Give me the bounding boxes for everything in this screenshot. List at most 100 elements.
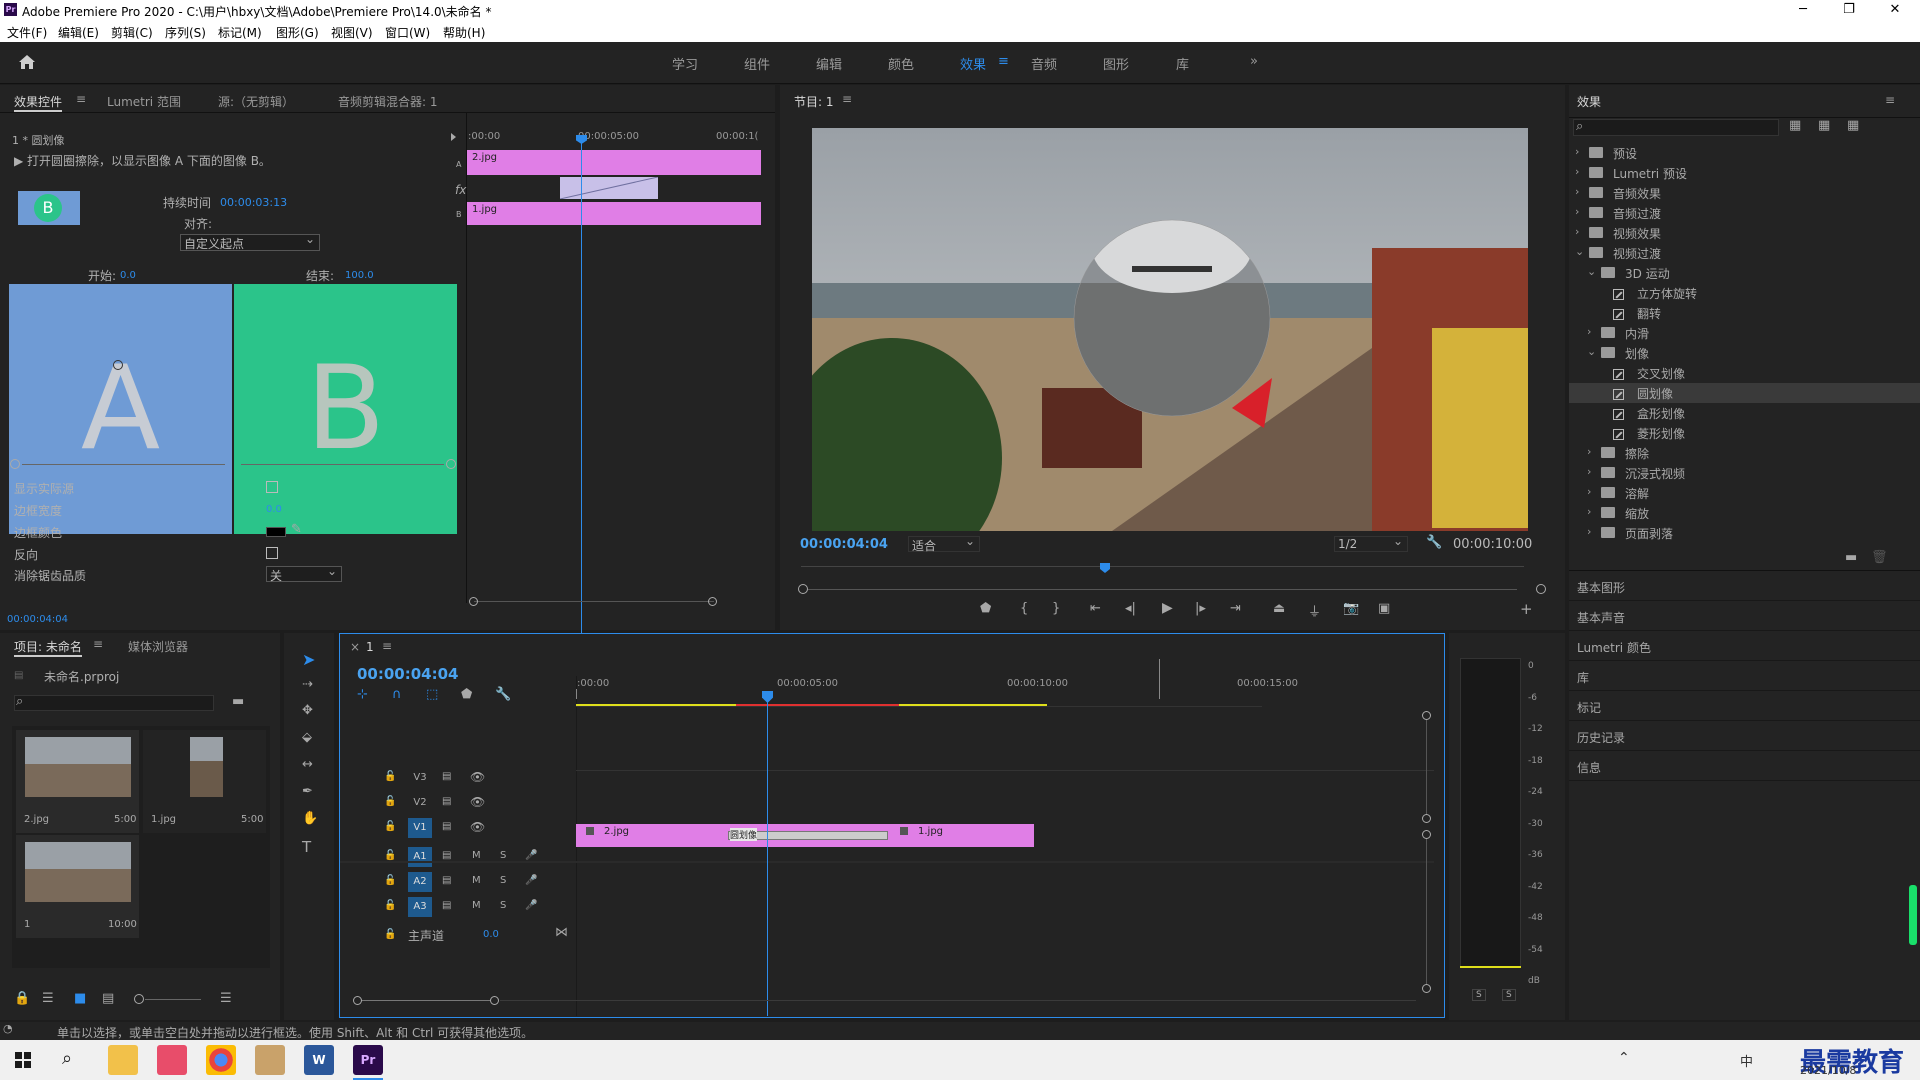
mini-playhead-head[interactable]	[576, 135, 587, 144]
toggle-sync-lock-icon[interactable]: ▤	[442, 850, 451, 861]
mini-clip-b[interactable]: 1.jpg	[467, 202, 761, 225]
eyedropper-icon[interactable]: ✎	[291, 522, 302, 537]
tab-source[interactable]: 源:（无剪辑）	[218, 93, 294, 110]
effect-tree-item[interactable]: › 预设	[1569, 143, 1920, 163]
32bit-effects-icon[interactable]: ▦	[1818, 118, 1830, 133]
effect-tree-item[interactable]: 菱形划像	[1569, 423, 1920, 443]
chevron-right-icon[interactable]: ›	[1575, 185, 1579, 198]
show-actual-sources-checkbox[interactable]	[266, 481, 278, 493]
border-width-value[interactable]: 0.0	[266, 504, 282, 515]
mark-out-icon[interactable]: }	[1052, 601, 1060, 616]
program-zoom-end[interactable]	[1536, 584, 1546, 594]
menu-clip[interactable]: 剪辑(C)	[111, 24, 153, 41]
lock-icon[interactable]: 🔒	[14, 991, 30, 1006]
ascroll-top-handle[interactable]	[1422, 830, 1431, 839]
border-color-swatch[interactable]	[266, 527, 286, 537]
chevron-right-icon[interactable]: ›	[1575, 205, 1579, 218]
hand-tool-icon[interactable]: ✋	[302, 811, 318, 826]
program-title[interactable]: 节目: 1	[794, 93, 834, 110]
project-menu-icon[interactable]: ≡	[93, 637, 103, 651]
export-frame-icon[interactable]: 📷	[1343, 601, 1359, 616]
track-lock-icon[interactable]: 🔓	[384, 796, 396, 807]
word-icon[interactable]: W	[304, 1045, 334, 1075]
menu-marker[interactable]: 标记(M)	[218, 24, 262, 41]
workspace-assembly[interactable]: 组件	[744, 54, 770, 73]
project-item-2jpg[interactable]: 2.jpg 5:00	[16, 730, 139, 833]
list-view-icon[interactable]: ☰	[42, 991, 54, 1006]
vscroll-mid-handle[interactable]	[1422, 814, 1431, 823]
effect-tree-item[interactable]: › 视频效果	[1569, 223, 1920, 243]
vscroll-top-handle[interactable]	[1422, 711, 1431, 720]
track-name[interactable]: A1	[408, 847, 432, 867]
slip-tool-icon[interactable]: ↔	[302, 757, 313, 772]
mini-playhead[interactable]	[581, 135, 582, 680]
workspace-color[interactable]: 颜色	[888, 54, 914, 73]
mini-zoom-end-handle[interactable]	[708, 597, 717, 606]
eye-icon[interactable]: 👁	[470, 770, 485, 784]
master-lock-icon[interactable]: 🔓	[384, 929, 396, 940]
extract-icon[interactable]: ⏚	[1308, 601, 1321, 620]
menu-help[interactable]: 帮助(H)	[443, 24, 485, 41]
clip-2jpg[interactable]: 2.jpg	[604, 826, 629, 837]
razor-tool-icon[interactable]: ⬙	[302, 730, 312, 745]
side-panel-3[interactable]: 库	[1569, 661, 1920, 691]
workspace-graphics[interactable]: 图形	[1103, 54, 1129, 73]
timeline-menu-icon[interactable]: ≡	[382, 639, 392, 653]
mute-button[interactable]: M	[472, 875, 481, 886]
workspace-libraries[interactable]: 库	[1176, 54, 1189, 73]
track-lock-icon[interactable]: 🔓	[384, 900, 396, 911]
wrench-icon[interactable]: 🔧	[1426, 535, 1442, 550]
chrome-icon[interactable]	[206, 1045, 236, 1075]
freeform-view-icon[interactable]: ▤	[102, 991, 114, 1006]
effect-tree-item[interactable]: 盒形划像	[1569, 403, 1920, 423]
minimize-button[interactable]: ─	[1780, 0, 1826, 21]
effect-tree-item[interactable]: 翻转	[1569, 303, 1920, 323]
effect-tree-item[interactable]: › Lumetri 预设	[1569, 163, 1920, 183]
go-to-in-icon[interactable]: ⇤	[1090, 601, 1101, 616]
mark-in-icon[interactable]: {	[1020, 601, 1028, 616]
reverse-checkbox[interactable]	[266, 547, 278, 559]
program-video-frame[interactable]	[812, 128, 1528, 531]
file-explorer-icon[interactable]	[108, 1045, 138, 1075]
menu-view[interactable]: 视图(V)	[331, 24, 373, 41]
master-toggle-icon[interactable]: ⋈	[555, 925, 568, 940]
go-to-out-icon[interactable]: ⇥	[1230, 601, 1241, 616]
timeline-close-button[interactable]: ×	[350, 640, 360, 654]
toggle-sync-lock-icon[interactable]: ▤	[442, 900, 451, 911]
search-taskbar-icon[interactable]: ⌕	[62, 1048, 72, 1069]
tab-lumetri-scopes[interactable]: Lumetri 范围	[107, 93, 181, 110]
add-marker-icon[interactable]: ⬟	[980, 601, 991, 616]
track-name[interactable]: A3	[408, 897, 432, 917]
chevron-right-icon[interactable]: ›	[1587, 325, 1591, 338]
side-panel-0[interactable]: 基本图形	[1569, 571, 1920, 601]
windows-start-icon[interactable]	[15, 1052, 31, 1068]
pen-tool-icon[interactable]: ✒	[302, 784, 313, 799]
side-panel-2[interactable]: Lumetri 颜色	[1569, 631, 1920, 661]
mini-zoom-start-handle[interactable]	[469, 597, 478, 606]
tab-audio-clip-mixer[interactable]: 音频剪辑混合器: 1	[338, 93, 438, 110]
clip-1jpg[interactable]: 1.jpg	[918, 826, 943, 837]
toggle-sync-lock-icon[interactable]: ▤	[442, 821, 451, 832]
play-icon[interactable]: ▶	[1162, 600, 1173, 616]
workspace-menu-icon[interactable]: ≡	[998, 54, 1009, 69]
menu-file[interactable]: 文件(F)	[7, 24, 47, 41]
effects-search-input[interactable]	[1573, 119, 1779, 136]
quality-select[interactable]: 1/2	[1334, 534, 1408, 552]
track-lock-icon[interactable]: 🔓	[384, 771, 396, 782]
microphone-icon[interactable]: 🎤	[525, 850, 537, 861]
track-lock-icon[interactable]: 🔓	[384, 875, 396, 886]
effect-tree-item[interactable]: 交叉划像	[1569, 363, 1920, 383]
track-name[interactable]: V3	[408, 768, 432, 788]
ascroll-bottom-handle[interactable]	[1422, 984, 1431, 993]
new-bin-icon[interactable]: ▬	[1845, 550, 1857, 565]
effect-tree-item[interactable]: › 缩放	[1569, 503, 1920, 523]
play-transition-icon[interactable]	[451, 133, 456, 141]
menu-window[interactable]: 窗口(W)	[385, 24, 430, 41]
microphone-icon[interactable]: 🎤	[525, 900, 537, 911]
snap-icon[interactable]: ∩	[392, 687, 402, 702]
chevron-right-icon[interactable]: ›	[1575, 165, 1579, 178]
timeline-settings-icon[interactable]: 🔧	[495, 687, 511, 702]
accelerated-effects-icon[interactable]: ▦	[1789, 118, 1801, 133]
side-panel-6[interactable]: 信息	[1569, 751, 1920, 781]
toggle-sync-lock-icon[interactable]: ▤	[442, 796, 451, 807]
